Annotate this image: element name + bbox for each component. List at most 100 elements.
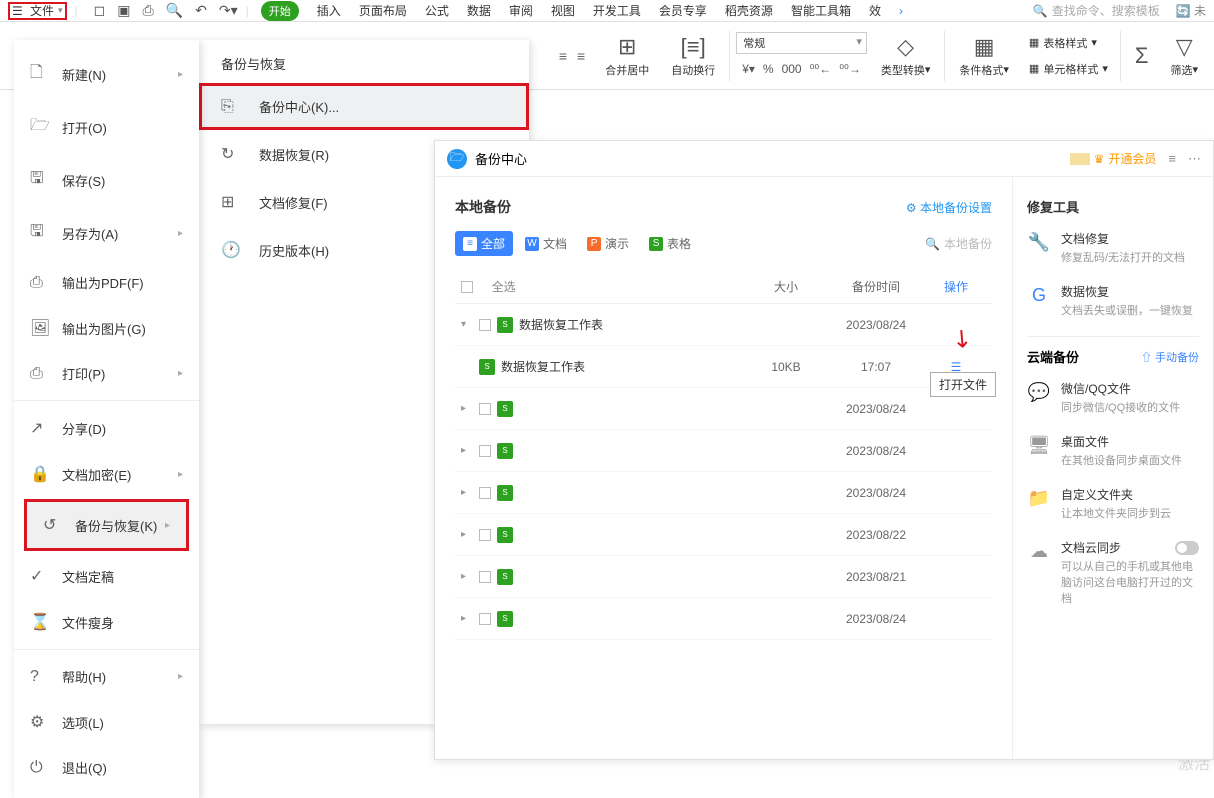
file-menu-item[interactable]: 🗋新建(N)▸ xyxy=(14,48,199,101)
merge-group[interactable]: ⊞ 合并居中 xyxy=(597,34,657,78)
cloud-backup-item[interactable]: 📁自定义文件夹让本地文件夹同步到云 xyxy=(1027,486,1199,521)
file-menu-item[interactable]: 🖫保存(S) xyxy=(14,154,199,207)
file-menu-item[interactable]: ⌛文件瘦身 xyxy=(14,599,199,645)
menu-item-icon: ✓ xyxy=(30,566,48,586)
tab-more[interactable]: 效 xyxy=(869,2,881,19)
tab-dev[interactable]: 开发工具 xyxy=(593,2,641,19)
undo-icon[interactable]: ↶ xyxy=(195,2,207,19)
tab-doc[interactable]: W文档 xyxy=(517,231,575,256)
file-menu-item[interactable]: 🔒文档加密(E)▸ xyxy=(14,451,199,497)
row-checkbox[interactable] xyxy=(479,403,491,415)
cloud-backup-item[interactable]: 💬微信/QQ文件同步微信/QQ接收的文件 xyxy=(1027,380,1199,415)
file-menu-item[interactable]: 🖫另存为(A)▸ xyxy=(14,207,199,260)
cond-format-group[interactable]: ▦ 条件格式▾ xyxy=(951,34,1017,78)
table-row[interactable]: ▸2023/08/22 xyxy=(455,514,992,556)
row-checkbox[interactable] xyxy=(479,529,491,541)
table-row[interactable]: ▾数据恢复工作表2023/08/24 xyxy=(455,304,992,346)
table-row[interactable]: ▸2023/08/21 xyxy=(455,556,992,598)
tab-view[interactable]: 视图 xyxy=(551,2,575,19)
file-menu-item[interactable]: ?帮助(H)▸ xyxy=(14,654,199,699)
tab-data[interactable]: 数据 xyxy=(467,2,491,19)
indent-icon[interactable]: ≡ xyxy=(577,48,585,64)
row-checkbox[interactable] xyxy=(479,487,491,499)
file-menu-item[interactable]: 🗁打开(O) xyxy=(14,101,199,154)
table-row[interactable]: ▸2023/08/24 xyxy=(455,598,992,640)
backup-time: 2023/08/24 xyxy=(826,444,926,458)
table-row[interactable]: ▸ 2023/08/24 xyxy=(455,430,992,472)
file-menu-item[interactable]: ⏻退出(Q) xyxy=(14,745,199,790)
merge-icon: ⊞ xyxy=(618,34,636,60)
file-menu-item[interactable]: ✓文档定稿 xyxy=(14,553,199,599)
expand-icon[interactable]: ▸ xyxy=(461,571,473,582)
row-checkbox[interactable] xyxy=(479,319,491,331)
tab-formula[interactable]: 公式 xyxy=(425,2,449,19)
row-checkbox[interactable] xyxy=(479,445,491,457)
thousands-icon[interactable]: 000 xyxy=(782,62,802,76)
manual-backup-link[interactable]: ⇧ 手动备份 xyxy=(1141,349,1199,365)
decimal-inc-icon[interactable]: ⁰⁰← xyxy=(810,62,832,76)
file-menu-item[interactable]: ↗分享(D) xyxy=(14,405,199,451)
expand-icon[interactable]: ▸ xyxy=(461,529,473,540)
tab-vip[interactable]: 会员专享 xyxy=(659,2,707,19)
print-icon[interactable]: ⎙ xyxy=(143,2,154,19)
file-menu-item[interactable]: ↺备份与恢复(K)▸ xyxy=(27,502,186,548)
tab-all[interactable]: ≡全部 xyxy=(455,231,513,256)
repair-tool-item[interactable]: G数据恢复文档丢失或误删，一键恢复 xyxy=(1027,283,1199,318)
expand-icon[interactable]: ▸ xyxy=(461,403,473,414)
percent-icon[interactable]: % xyxy=(763,62,774,76)
file-menu-item[interactable]: ⚙选项(L) xyxy=(14,699,199,745)
cell-style-btn[interactable]: ▦ 单元格样式▾ xyxy=(1023,59,1114,79)
expand-icon[interactable]: ▸ xyxy=(461,487,473,498)
menu-item-icon: 🖫 xyxy=(30,220,48,247)
new-icon[interactable]: ◻ xyxy=(94,2,106,19)
expand-icon[interactable]: ▾ xyxy=(461,319,473,330)
row-checkbox[interactable] xyxy=(479,571,491,583)
tab-layout[interactable]: 页面布局 xyxy=(359,2,407,19)
more-icon[interactable]: ⋯ xyxy=(1188,151,1201,167)
cloud-backup-item[interactable]: 🖥桌面文件在其他设备同步桌面文件 xyxy=(1027,433,1199,468)
tab-smart[interactable]: 智能工具箱 xyxy=(791,2,851,19)
local-backup-setting[interactable]: ⚙ 本地备份设置 xyxy=(906,199,992,216)
file-button[interactable]: 文件 ▾ xyxy=(12,2,63,19)
repair-tool-item[interactable]: 🔧文档修复修复乱码/无法打开的文档 xyxy=(1027,230,1199,265)
select-all-checkbox[interactable] xyxy=(461,281,473,293)
tab-start[interactable]: 开始 xyxy=(261,1,299,21)
command-search[interactable]: 🔍 查找命令、搜索模板 xyxy=(1033,2,1160,19)
sync-toggle[interactable] xyxy=(1175,541,1199,555)
table-row[interactable]: ▸2023/08/24 xyxy=(455,388,992,430)
preview-icon[interactable]: 🔍 xyxy=(166,2,183,19)
more-icon[interactable]: › xyxy=(899,4,903,18)
tab-ppt[interactable]: P演示 xyxy=(579,231,637,256)
sum-group[interactable]: Σ xyxy=(1127,43,1157,69)
menu-item-label: 退出(Q) xyxy=(62,758,107,777)
open-icon[interactable]: ▣ xyxy=(117,2,130,19)
file-menu-item[interactable]: ⎙输出为PDF(F) xyxy=(14,260,199,305)
row-checkbox[interactable] xyxy=(479,613,491,625)
table-row[interactable]: ▸2023/08/24 xyxy=(455,472,992,514)
table-row[interactable]: 数据恢复工作表10KB17:07☰↘打开文件 xyxy=(455,346,992,388)
file-name xyxy=(519,610,659,627)
table-style-btn[interactable]: ▦ 表格样式▾ xyxy=(1023,33,1114,53)
file-menu-item[interactable]: ⎙打印(P)▸ xyxy=(14,351,199,396)
tab-review[interactable]: 审阅 xyxy=(509,2,533,19)
wrap-group[interactable]: [≡] 自动换行 xyxy=(663,34,723,78)
filter-group[interactable]: ▽ 筛选▾ xyxy=(1162,34,1206,78)
tab-insert[interactable]: 插入 xyxy=(317,2,341,19)
submenu-item[interactable]: ⎘备份中心(K)... xyxy=(199,83,529,130)
tab-xls[interactable]: S表格 xyxy=(641,231,699,256)
outdent-icon[interactable]: ≡ xyxy=(559,48,567,64)
expand-icon[interactable]: ▸ xyxy=(461,613,473,624)
cloud-backup-item[interactable]: ☁文档云同步可以从自己的手机或其他电脑访问这台电脑打开过的文档 xyxy=(1027,539,1199,606)
file-menu-item[interactable]: 🖼输出为图片(G) xyxy=(14,305,199,351)
decimal-dec-icon[interactable]: ⁰⁰→ xyxy=(839,62,861,76)
number-format-combo[interactable]: 常规 xyxy=(736,32,867,54)
tab-resource[interactable]: 稻壳资源 xyxy=(725,2,773,19)
redo-icon[interactable]: ↷▾ xyxy=(219,2,238,19)
menu-icon[interactable]: ≡ xyxy=(1168,151,1176,167)
currency-icon[interactable]: ¥▾ xyxy=(742,62,755,76)
sync-status[interactable]: 🔄 未 xyxy=(1176,2,1206,19)
expand-icon[interactable]: ▸ xyxy=(461,445,473,456)
type-convert-group[interactable]: ◇ 类型转换▾ xyxy=(873,34,939,78)
vip-button[interactable]: ♛ 开通会员 xyxy=(1070,150,1157,167)
local-search[interactable]: 🔍 本地备份 xyxy=(925,235,992,252)
